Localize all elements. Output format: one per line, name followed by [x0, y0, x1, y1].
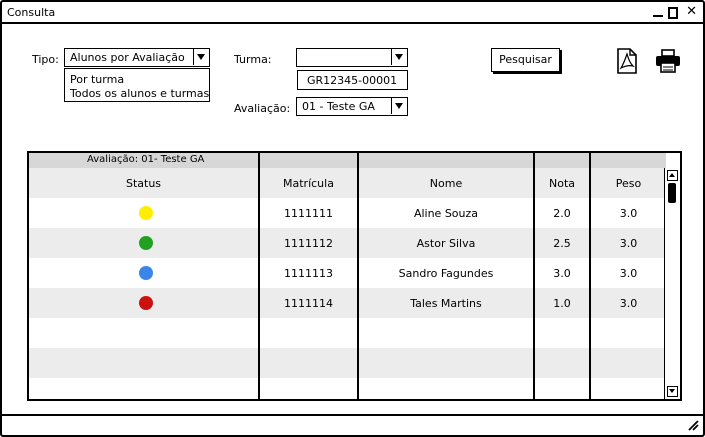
cell-peso: 3.0	[619, 237, 638, 250]
close-icon[interactable]: ✕	[686, 5, 697, 19]
status-indicator-icon	[139, 296, 153, 310]
consulta-window: Consulta ✕ Tipo: Alunos por Avaliação Po…	[0, 0, 705, 437]
col-peso[interactable]: Peso	[591, 177, 666, 190]
cell-nome: Astor Silva	[416, 237, 476, 250]
cell-matricula: 1111114	[284, 297, 333, 310]
table-row[interactable]: 1111111 Aline Souza 2.0 3.0	[29, 198, 666, 228]
tipo-option-todos[interactable]: Todos os alunos e turmas	[70, 87, 209, 100]
status-bar-divider	[2, 414, 703, 416]
cell-matricula: 1111112	[284, 237, 333, 250]
turma-code-field[interactable]: GR12345-00001	[297, 70, 408, 90]
cell-nome: Aline Souza	[413, 207, 479, 220]
scroll-thumb[interactable]	[668, 183, 676, 203]
vertical-scrollbar[interactable]	[664, 168, 680, 399]
cell-peso: 3.0	[619, 207, 638, 220]
avaliacao-select[interactable]: 01 - Teste GA	[296, 97, 408, 116]
group-label: Avaliação: 01- Teste GA	[87, 154, 205, 165]
table-header: Status Matrícula Nome Nota Peso	[29, 168, 666, 198]
group-row: Avaliação: 01- Teste GA	[29, 153, 666, 168]
cell-nota: 1.0	[553, 297, 571, 310]
column-divider	[357, 153, 359, 399]
status-indicator-icon	[139, 236, 153, 250]
col-matricula[interactable]: Matrícula	[260, 177, 357, 190]
turma-label: Turma:	[234, 53, 272, 66]
cell-nota: 2.0	[553, 207, 571, 220]
window-title: Consulta	[7, 6, 56, 19]
results-table: Avaliação: 01- Teste GA Status Matrícula…	[27, 151, 682, 401]
cell-nota: 3.0	[553, 267, 571, 280]
resize-grip-icon[interactable]	[688, 420, 699, 431]
tipo-dropdown: Por turma Todos os alunos e turmas	[64, 68, 210, 102]
col-status[interactable]: Status	[29, 177, 258, 190]
table-row[interactable]: 1111112 Astor Silva 2.5 3.0	[29, 228, 666, 258]
table-row-empty	[29, 348, 666, 378]
chevron-down-icon[interactable]	[193, 49, 209, 65]
maximize-icon[interactable]	[668, 7, 678, 19]
tipo-option-por-turma[interactable]: Por turma	[70, 73, 124, 86]
cell-peso: 3.0	[619, 297, 638, 310]
cell-nota: 2.5	[553, 237, 571, 250]
column-divider	[258, 153, 260, 399]
cell-nome: Tales Martins	[410, 297, 482, 310]
column-divider	[589, 153, 591, 399]
column-divider	[533, 153, 535, 399]
print-icon[interactable]	[655, 49, 681, 73]
avaliacao-value: 01 - Teste GA	[302, 100, 375, 113]
tipo-label: Tipo:	[32, 53, 59, 66]
table-row[interactable]: 1111114 Tales Martins 1.0 3.0	[29, 288, 666, 318]
cell-matricula: 1111111	[284, 207, 333, 220]
status-indicator-icon	[139, 266, 153, 280]
cell-matricula: 1111113	[284, 267, 333, 280]
cell-peso: 3.0	[619, 267, 638, 280]
pdf-icon[interactable]	[616, 48, 638, 74]
table-row[interactable]: 1111113 Sandro Fagundes 3.0 3.0	[29, 258, 666, 288]
minimize-icon[interactable]	[653, 15, 663, 17]
col-nome[interactable]: Nome	[359, 177, 533, 190]
chevron-down-icon[interactable]	[391, 98, 407, 114]
title-bar: Consulta ✕	[2, 2, 703, 24]
chevron-down-icon[interactable]	[391, 49, 407, 65]
tipo-value: Alunos por Avaliação	[70, 51, 185, 64]
col-nota[interactable]: Nota	[535, 177, 589, 190]
avaliacao-label: Avaliação:	[234, 102, 291, 115]
search-button[interactable]: Pesquisar	[491, 48, 560, 72]
status-indicator-icon	[139, 206, 153, 220]
scroll-down-icon[interactable]	[667, 386, 678, 397]
scroll-up-icon[interactable]	[667, 170, 678, 181]
cell-nome: Sandro Fagundes	[398, 267, 494, 280]
turma-code: GR12345-00001	[307, 74, 398, 87]
tipo-select[interactable]: Alunos por Avaliação	[64, 48, 210, 67]
turma-select[interactable]	[296, 48, 408, 67]
